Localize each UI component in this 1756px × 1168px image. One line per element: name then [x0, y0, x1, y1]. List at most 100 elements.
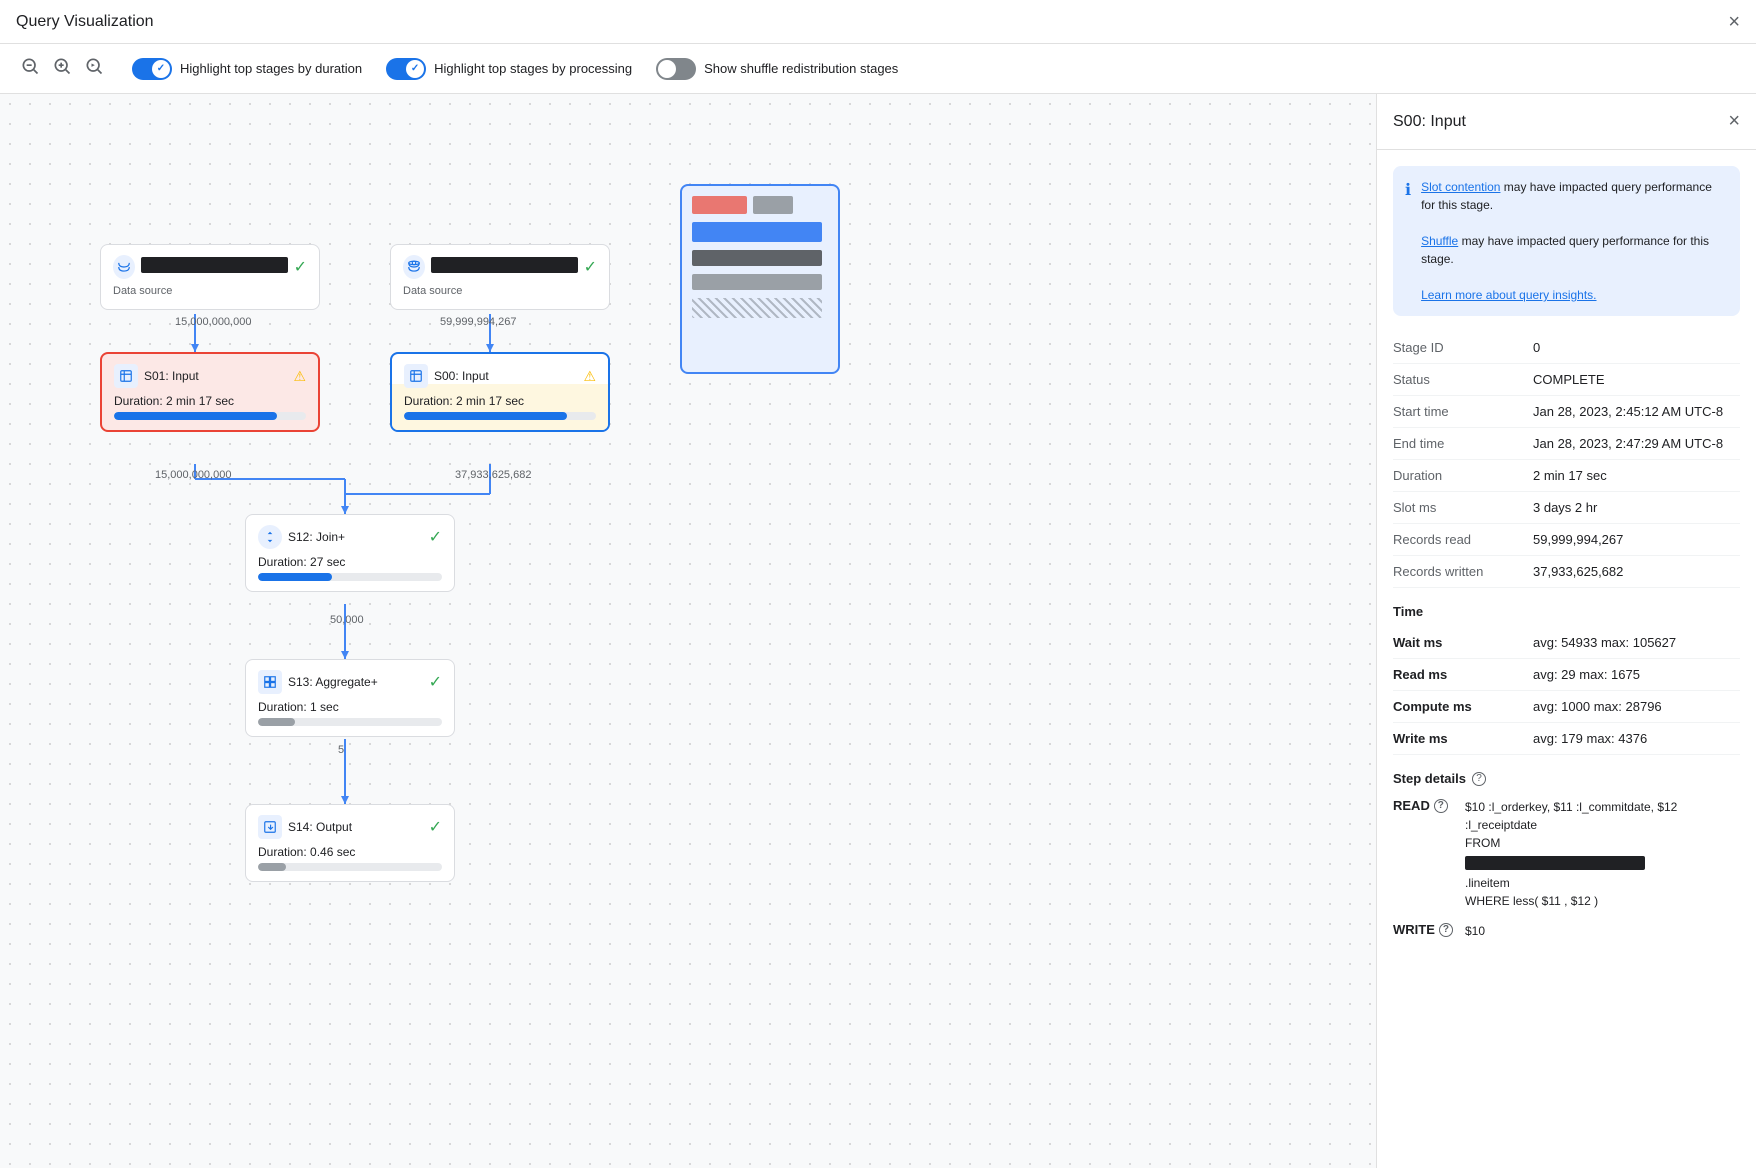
info-label: End time: [1393, 428, 1533, 460]
mini-chart-node: [680, 184, 840, 374]
s01-warn: ⚠: [293, 368, 306, 385]
highlight-duration-toggle[interactable]: [132, 58, 172, 80]
right-panel: S00: Input × ℹ Slot contention may have …: [1376, 94, 1756, 1168]
datasource2-node[interactable]: ✓ Data source: [390, 244, 610, 310]
time-section-title: Time: [1393, 604, 1740, 619]
highlight-processing-toggle-group[interactable]: Highlight top stages by processing: [386, 58, 632, 80]
s01-icon: [114, 364, 138, 388]
count-s13-s14: 5: [338, 744, 344, 756]
s12-header: S12: Join+ ✓: [258, 525, 442, 549]
alert-box: ℹ Slot contention may have impacted quer…: [1393, 166, 1740, 316]
s01-node[interactable]: S01: Input ⚠ Duration: 2 min 17 sec: [100, 352, 320, 432]
datasource1-check: ✓: [294, 257, 307, 277]
panel-title: S00: Input: [1393, 113, 1466, 131]
panel-body: ℹ Slot contention may have impacted quer…: [1377, 150, 1756, 968]
time-table-row: Wait msavg: 54933 max: 105627: [1393, 627, 1740, 659]
count-s01-s12: 15,000,000,000: [155, 469, 231, 481]
datasource1-bar: [141, 257, 288, 273]
s13-icon: [258, 670, 282, 694]
count-ds2: 59,999,994,267: [440, 316, 516, 328]
mini-chart-row1: [692, 196, 828, 214]
read-redacted-bar: [1465, 856, 1645, 870]
datasource1-header: ✓: [113, 255, 307, 279]
highlight-processing-toggle[interactable]: [386, 58, 426, 80]
shuffle-link[interactable]: Shuffle: [1421, 234, 1458, 248]
read-value: $10 :l_orderkey, $11 :l_commitdate, $12 …: [1465, 798, 1740, 910]
mini-chart-bar-gray: [753, 196, 793, 214]
info-table-row: Duration2 min 17 sec: [1393, 460, 1740, 492]
zoom-in-button[interactable]: [48, 52, 76, 85]
s12-title: S12: Join+: [288, 530, 423, 544]
s13-progress-fill: [258, 718, 295, 726]
s14-icon: [258, 815, 282, 839]
write-help-icon[interactable]: ?: [1439, 923, 1453, 937]
learn-more-link[interactable]: Learn more about query insights.: [1421, 288, 1596, 302]
mini-chart-bar-red: [692, 196, 747, 214]
info-table-row: Records written37,933,625,682: [1393, 556, 1740, 588]
s12-icon: [258, 525, 282, 549]
alert-info-icon: ℹ: [1405, 180, 1411, 304]
panel-close-button[interactable]: ×: [1728, 110, 1740, 133]
shuffle-label: Show shuffle redistribution stages: [704, 61, 898, 76]
mini-chart-bar-blue1: [692, 222, 822, 242]
read-help-icon[interactable]: ?: [1434, 799, 1448, 813]
info-label: Duration: [1393, 460, 1533, 492]
panel-header: S00: Input ×: [1377, 94, 1756, 150]
shuffle-toggle[interactable]: [656, 58, 696, 80]
step-details-help-icon[interactable]: ?: [1472, 772, 1486, 786]
s13-title: S13: Aggregate+: [288, 675, 423, 689]
highlight-duration-toggle-group[interactable]: Highlight top stages by duration: [132, 58, 362, 80]
close-button[interactable]: ×: [1728, 12, 1740, 32]
info-label: Status: [1393, 364, 1533, 396]
s01-duration: Duration: 2 min 17 sec: [114, 394, 306, 408]
info-table-row: Stage ID0: [1393, 332, 1740, 364]
s14-node[interactable]: S14: Output ✓ Duration: 0.46 sec: [245, 804, 455, 882]
zoom-reset-button[interactable]: [80, 52, 108, 85]
mini-chart-bar-gray2: [692, 274, 822, 290]
s12-node[interactable]: S12: Join+ ✓ Duration: 27 sec: [245, 514, 455, 592]
alert-text2: may have impacted query performance for …: [1421, 234, 1709, 266]
time-table-row: Read msavg: 29 max: 1675: [1393, 659, 1740, 691]
alert-text: Slot contention may have impacted query …: [1421, 178, 1728, 304]
count-s00-s12: 37,933,625,682: [455, 469, 531, 481]
datasource2-label: Data source: [403, 285, 597, 297]
info-table-row: StatusCOMPLETE: [1393, 364, 1740, 396]
mini-chart-hatch: [692, 298, 822, 318]
time-table: Wait msavg: 54933 max: 105627Read msavg:…: [1393, 627, 1740, 755]
zoom-out-button[interactable]: [16, 52, 44, 85]
page-title: Query Visualization: [16, 13, 154, 31]
shuffle-toggle-group[interactable]: Show shuffle redistribution stages: [656, 58, 898, 80]
time-label: Compute ms: [1393, 691, 1533, 723]
read-row: READ ? $10 :l_orderkey, $11 :l_commitdat…: [1393, 798, 1740, 910]
main-content: ✓ Data source 15,000,000,000 ✓ Data sour…: [0, 94, 1756, 1168]
time-value: avg: 179 max: 4376: [1533, 723, 1740, 755]
s00-progress: [404, 412, 596, 420]
toolbar: Highlight top stages by duration Highlig…: [0, 44, 1756, 94]
slot-contention-link[interactable]: Slot contention: [1421, 180, 1500, 194]
info-table-row: Records read59,999,994,267: [1393, 524, 1740, 556]
info-label: Start time: [1393, 396, 1533, 428]
time-value: avg: 1000 max: 28796: [1533, 691, 1740, 723]
s00-icon: [404, 364, 428, 388]
s13-node[interactable]: S13: Aggregate+ ✓ Duration: 1 sec: [245, 659, 455, 737]
write-label: WRITE ?: [1393, 922, 1453, 937]
s12-duration: Duration: 27 sec: [258, 555, 442, 569]
time-value: avg: 54933 max: 105627: [1533, 627, 1740, 659]
write-label-text: WRITE: [1393, 922, 1435, 937]
s13-progress: [258, 718, 442, 726]
read-label: READ ?: [1393, 798, 1453, 813]
info-label: Slot ms: [1393, 492, 1533, 524]
s14-progress: [258, 863, 442, 871]
s00-progress-fill: [404, 412, 567, 420]
info-table-row: Start timeJan 28, 2023, 2:45:12 AM UTC-8: [1393, 396, 1740, 428]
datasource1-node[interactable]: ✓ Data source: [100, 244, 320, 310]
read-label-text: READ: [1393, 798, 1430, 813]
read-value-text: $10 :l_orderkey, $11 :l_commitdate, $12 …: [1465, 800, 1677, 850]
s00-warn: ⚠: [583, 368, 596, 385]
canvas-area[interactable]: ✓ Data source 15,000,000,000 ✓ Data sour…: [0, 94, 1376, 1168]
time-table-row: Write msavg: 179 max: 4376: [1393, 723, 1740, 755]
info-table: Stage ID0StatusCOMPLETEStart timeJan 28,…: [1393, 332, 1740, 588]
time-label: Read ms: [1393, 659, 1533, 691]
s00-node[interactable]: S00: Input ⚠ Duration: 2 min 17 sec: [390, 352, 610, 432]
step-details-header: Step details ?: [1393, 771, 1740, 786]
